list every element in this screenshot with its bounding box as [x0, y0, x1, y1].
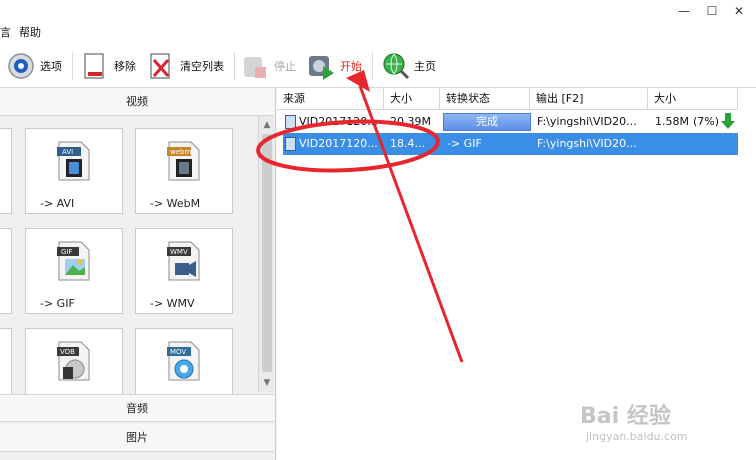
category-scrollbar[interactable]: ▲ ▼: [258, 116, 274, 392]
mov-badge: MOV: [170, 348, 186, 356]
column-header-size[interactable]: 大小: [384, 88, 440, 110]
avi-file-icon: AVI: [57, 141, 90, 181]
options-label: 选项: [40, 60, 62, 73]
column-header-source[interactable]: 来源: [277, 88, 384, 110]
options-button[interactable]: 选项: [6, 48, 62, 84]
scroll-up-icon[interactable]: ▲: [260, 118, 274, 132]
home-button[interactable]: 主页: [380, 48, 436, 84]
remove-label: 移除: [114, 60, 136, 73]
row-size: 18.4...: [390, 137, 425, 150]
row-source: VID2017120...: [299, 115, 378, 128]
mov-file-icon: MOV: [167, 341, 200, 381]
maximize-icon[interactable]: ☐: [704, 3, 720, 19]
wmv-label: -> WMV: [150, 297, 195, 310]
row-size: 20.39M: [390, 115, 431, 128]
gif-tile[interactable]: GIF -> GIF: [25, 228, 123, 314]
toolbar: 选项 移除 清空列表 停止 开始 主页: [0, 44, 756, 88]
row-output: F:\yingshi\VID20...: [537, 137, 637, 150]
clear-list-icon: [150, 53, 170, 79]
app-window: 言 帮助 — ☐ ✕ 选项 移除 清空列表 停止 开始 主页 视频 AVI ->…: [0, 0, 756, 460]
avi-tile[interactable]: AVI -> AVI: [25, 128, 123, 214]
toolbar-divider: [372, 52, 373, 80]
row-output: F:\yingshi\VID20...: [537, 115, 637, 128]
webm-tile[interactable]: webm -> WebM: [135, 128, 233, 214]
column-header-status[interactable]: 转换状态: [440, 88, 530, 110]
clear-list-button[interactable]: 清空列表: [146, 48, 224, 84]
gif-label: -> GIF: [40, 297, 75, 310]
status-complete-badge: 完成: [443, 113, 531, 131]
format-tile[interactable]: [0, 228, 12, 314]
gif-file-icon: GIF: [57, 241, 90, 281]
image-section-header[interactable]: 图片: [0, 424, 274, 452]
row-out-size: 1.58M: [655, 115, 689, 128]
menu-item-partial[interactable]: 言: [0, 24, 11, 40]
stop-button[interactable]: 停止: [240, 48, 296, 84]
task-row-selected[interactable]: VID2017120... 18.4... -> GIF F:\yingshi\…: [283, 133, 738, 155]
minimize-icon[interactable]: —: [676, 3, 692, 19]
baidu-watermark: Bai 经验: [580, 404, 671, 429]
avi-label: -> AVI: [40, 197, 75, 210]
webm-file-icon: webm: [167, 141, 200, 181]
clear-list-label: 清空列表: [180, 60, 224, 73]
wmv-badge: WMV: [170, 248, 188, 256]
wmv-file-icon: WMV: [167, 241, 200, 281]
category-panel: 视频 AVI -> AVI webm -> WebM GIF -> GIF WM…: [0, 88, 276, 460]
toolbar-divider: [72, 52, 73, 80]
start-icon: [309, 56, 334, 80]
baidu-watermark-url: jingyan.baidu.com: [586, 430, 688, 443]
wmv-tile[interactable]: WMV -> WMV: [135, 228, 233, 314]
vob-badge: VOB: [60, 348, 75, 356]
audio-section-header[interactable]: 音频: [0, 394, 274, 422]
remove-button[interactable]: 移除: [80, 48, 136, 84]
column-header-output[interactable]: 输出 [F2]: [530, 88, 648, 110]
webm-label: -> WebM: [150, 197, 201, 210]
scroll-down-icon[interactable]: ▼: [260, 376, 274, 390]
vob-file-icon: VOB: [57, 341, 90, 381]
arrow-down-icon: [721, 113, 735, 129]
column-header-output-size[interactable]: 大小: [648, 88, 738, 110]
gear-icon: [8, 53, 34, 79]
task-row[interactable]: VID2017120... 20.39M 完成 F:\yingshi\VID20…: [283, 111, 738, 133]
avi-badge: AVI: [62, 148, 73, 156]
start-label: 开始: [340, 60, 362, 73]
close-icon[interactable]: ✕: [731, 3, 747, 19]
start-button[interactable]: 开始: [306, 48, 362, 84]
row-source: VID2017120...: [299, 137, 378, 150]
scrollbar-thumb[interactable]: [262, 134, 272, 372]
video-section-header[interactable]: 视频: [0, 88, 274, 116]
menu-item-help[interactable]: 帮助: [19, 24, 41, 40]
home-label: 主页: [414, 60, 436, 73]
format-tile[interactable]: [0, 128, 12, 214]
toolbar-divider: [234, 52, 235, 80]
row-percent: (7%): [693, 115, 720, 128]
webm-badge: webm: [170, 148, 191, 156]
stop-label: 停止: [274, 60, 296, 73]
task-list: 来源 大小 转换状态 输出 [F2] 大小 VID2017120... 20.3…: [277, 88, 756, 460]
stop-icon: [244, 57, 266, 78]
globe-search-icon: [383, 53, 410, 80]
menu-bar: 言 帮助 — ☐ ✕: [0, 0, 756, 44]
row-status: -> GIF: [447, 137, 482, 150]
gif-badge: GIF: [61, 248, 73, 256]
remove-file-icon: [84, 53, 104, 79]
